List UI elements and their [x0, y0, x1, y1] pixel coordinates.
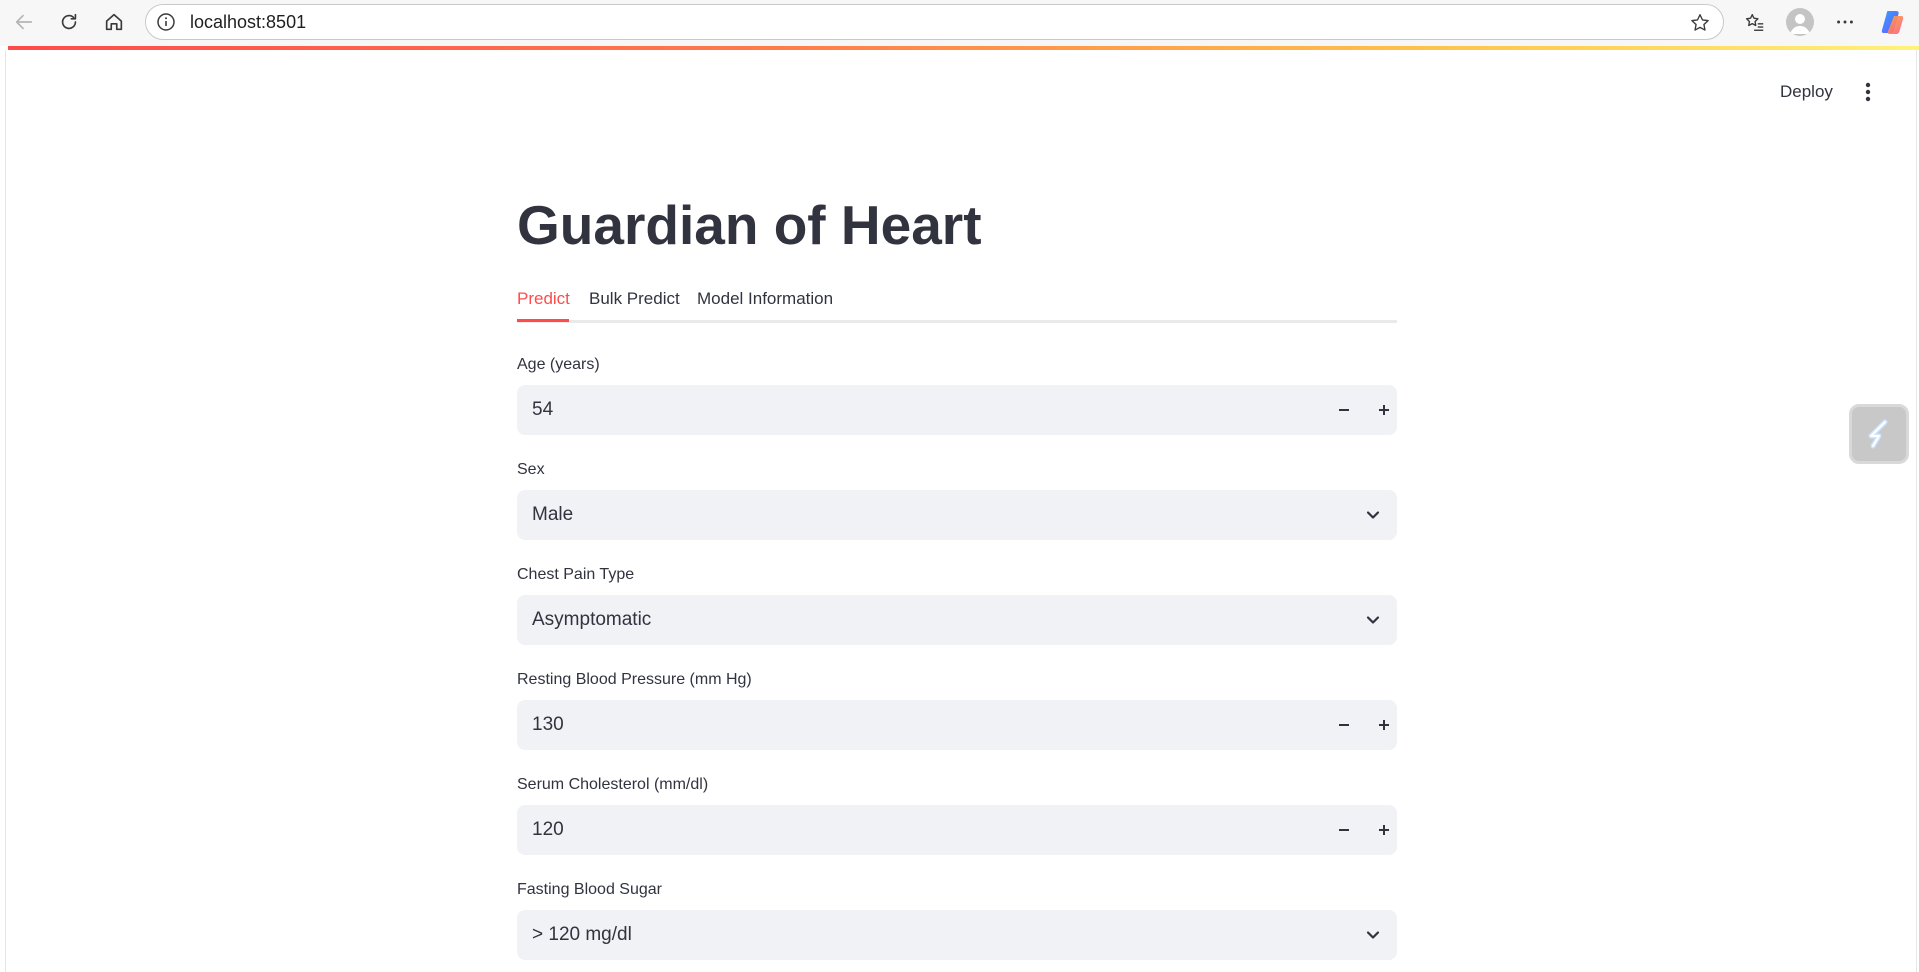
fasting-bs-select[interactable]: > 120 mg/dl — [517, 910, 1397, 960]
plus-icon — [1379, 825, 1389, 835]
address-bar[interactable]: localhost:8501 — [145, 4, 1724, 40]
resting-bp-increment-button[interactable] — [1368, 709, 1400, 741]
home-button[interactable] — [98, 6, 130, 38]
minus-icon — [1339, 829, 1349, 831]
cholesterol-input[interactable]: 120 — [532, 805, 564, 855]
age-increment-button[interactable] — [1368, 394, 1400, 426]
more-dots-icon — [1837, 20, 1853, 24]
cholesterol-label: Serum Cholesterol (mm/dl) — [517, 776, 709, 793]
bolt-icon — [1868, 419, 1888, 449]
back-button[interactable] — [8, 6, 40, 38]
cholesterol-increment-button[interactable] — [1368, 814, 1400, 846]
chevron-down-icon — [1366, 931, 1380, 939]
favorites-list-icon — [1745, 13, 1764, 31]
fasting-bs-selected-value: > 120 mg/dl — [532, 924, 632, 945]
site-info-icon[interactable] — [155, 11, 177, 33]
plus-icon — [1379, 720, 1389, 730]
profile-avatar-icon[interactable] — [1786, 8, 1814, 36]
age-label: Age (years) — [517, 356, 600, 373]
minus-icon — [1339, 409, 1349, 411]
sex-selected-value: Male — [532, 504, 574, 525]
browser-menu-button[interactable] — [1829, 6, 1861, 38]
active-tab-indicator — [517, 319, 569, 322]
chest-pain-selected-value: Asymptomatic — [532, 609, 652, 630]
copilot-icon[interactable] — [1879, 8, 1907, 36]
minus-icon — [1339, 724, 1349, 726]
chest-pain-label: Chest Pain Type — [517, 566, 635, 583]
age-input[interactable]: 54 — [532, 385, 553, 435]
back-arrow-icon — [15, 14, 33, 30]
cholesterol-input-box: 120 — [517, 805, 1397, 855]
tab-model-information[interactable]: Model Information — [697, 288, 833, 320]
url-text[interactable]: localhost:8501 — [190, 12, 306, 33]
fasting-bs-label: Fasting Blood Sugar — [517, 881, 662, 898]
chest-pain-select[interactable]: Asymptomatic — [517, 595, 1397, 645]
resting-bp-input-box: 130 — [517, 700, 1397, 750]
favorites-button[interactable] — [1739, 6, 1771, 38]
resting-bp-input[interactable]: 130 — [532, 700, 564, 750]
tab-predict[interactable]: Predict — [517, 288, 570, 320]
sex-label: Sex — [517, 461, 545, 478]
age-decrement-button[interactable] — [1328, 394, 1360, 426]
deploy-button[interactable]: Deploy — [1772, 78, 1841, 106]
plus-icon — [1379, 405, 1389, 415]
reload-button[interactable] — [53, 6, 85, 38]
page-title: Guardian of Heart — [517, 194, 982, 256]
age-input-box: 54 — [517, 385, 1397, 435]
tab-bulk-predict[interactable]: Bulk Predict — [589, 288, 680, 320]
chevron-down-icon — [1366, 511, 1380, 519]
home-icon — [105, 13, 123, 31]
resting-bp-label: Resting Blood Pressure (mm Hg) — [517, 671, 752, 688]
cholesterol-decrement-button[interactable] — [1328, 814, 1360, 846]
kebab-menu-icon — [1865, 82, 1871, 102]
favorite-star-icon[interactable] — [1689, 12, 1711, 34]
floating-extension-button[interactable] — [1849, 404, 1909, 464]
main-menu-button[interactable] — [1856, 78, 1880, 106]
tab-bar: Predict Bulk Predict Model Information — [517, 288, 1397, 323]
browser-toolbar: localhost:8501 — [0, 0, 1919, 46]
chevron-down-icon — [1366, 616, 1380, 624]
resting-bp-decrement-button[interactable] — [1328, 709, 1360, 741]
reload-icon — [61, 13, 77, 30]
sex-select[interactable]: Male — [517, 490, 1397, 540]
